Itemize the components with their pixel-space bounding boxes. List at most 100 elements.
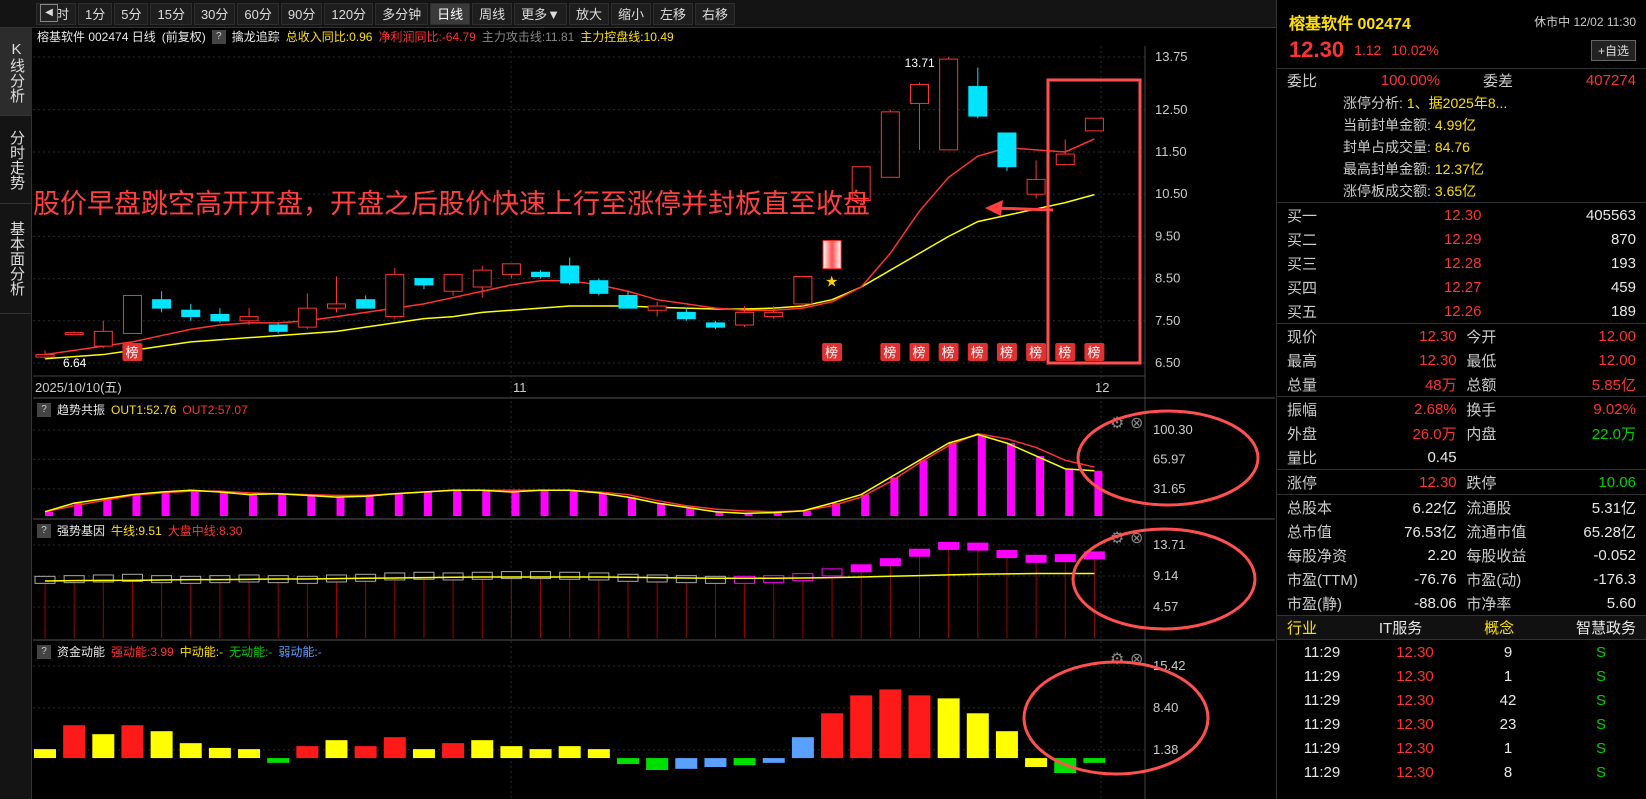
tick-side: S — [1595, 691, 1606, 709]
gene-bar — [471, 571, 493, 580]
quote-cell: 现价 — [1287, 328, 1318, 346]
help-icon[interactable]: ? — [37, 524, 51, 538]
quote-cell: 涨停 — [1287, 474, 1318, 492]
gene-bar — [879, 558, 901, 567]
period-tab[interactable]: 60分 — [237, 2, 279, 25]
bid-row[interactable]: 买五 12.26 189 — [1277, 299, 1646, 323]
bid-row[interactable]: 买二 12.29 870 — [1277, 227, 1646, 251]
quote-cell: 2.68% — [1414, 400, 1457, 418]
period-tab[interactable]: 120分 — [324, 2, 374, 25]
limit-up-analysis[interactable]: 涨停分析: 1、据2025年8... 当前封单金额: 4.99亿 封单占成交量: 84.7… — [1277, 92, 1646, 202]
tick-time: 11:29 — [1303, 691, 1341, 709]
industry-cell[interactable]: 行业 — [1287, 617, 1317, 638]
x-tick-label: 11 — [513, 380, 527, 395]
fund-bar — [587, 749, 610, 759]
fund-bar — [937, 698, 960, 759]
period-tab[interactable]: 15分 — [150, 2, 192, 25]
period-tab[interactable]: 更多▼ — [514, 2, 567, 25]
sidebar-tab[interactable]: K线分析 — [0, 28, 32, 116]
bid-row[interactable]: 买一 12.30 405563 — [1277, 203, 1646, 227]
trend-bar — [890, 477, 899, 516]
period-tab[interactable]: 日线 — [430, 2, 471, 25]
quote-cell: 48万 — [1424, 376, 1457, 394]
bid-row[interactable]: 买四 12.27 459 — [1277, 275, 1646, 299]
bid-label: 买三 — [1287, 255, 1318, 273]
panel1-name[interactable]: 趋势共振 — [57, 401, 105, 419]
quote-row: 每股净资 2.20 每股收益 -0.052 — [1277, 543, 1646, 567]
trend-bar — [598, 492, 607, 516]
gene-bar — [850, 564, 872, 573]
quote-row: 总量 48万 总额 5.85亿 — [1277, 372, 1646, 396]
gene-bar — [1054, 554, 1076, 563]
panel1-header: ? 趋势共振 OUT1:52.76 OUT2:57.07 — [33, 401, 248, 419]
industry-cell[interactable]: 智慧政务 — [1576, 617, 1636, 638]
tick-price: 12.30 — [1396, 643, 1434, 661]
period-tab[interactable]: 缩小 — [611, 2, 652, 25]
y-tick-label: 12.50 — [1155, 102, 1188, 117]
fund-bar — [529, 749, 552, 759]
out1-label: OUT1:52.76 — [111, 403, 177, 417]
period-tab[interactable]: 1分 — [78, 2, 113, 25]
trend-bar — [249, 494, 258, 516]
tick-volume: 1 — [1503, 739, 1513, 757]
sidebar-tab[interactable]: 基本面分析 — [0, 204, 32, 314]
app-window: 分时1分5分15分30分60分90分120分多分钟日线周线更多▼放大缩小左移右移… — [0, 0, 1646, 799]
tick-list: 11:29 12.30 9 S 11:29 12.30 1 S 11:29 12.30 42 S 11:… — [1277, 639, 1646, 784]
quote-cell: 5.31亿 — [1591, 499, 1636, 517]
candle-body — [1055, 153, 1075, 166]
bang-badge-label: 榜 — [125, 345, 138, 360]
gene-bar — [996, 550, 1018, 559]
period-tab[interactable]: 周线 — [472, 2, 513, 25]
gene-bar — [967, 542, 989, 551]
fund-bar — [238, 749, 261, 759]
fundamentals-block: 总股本 6.22亿 流通股 5.31亿 总市值 76.53亿 流通市值 65.28亿 每股净资 2… — [1277, 494, 1646, 615]
help-icon[interactable]: ? — [37, 403, 51, 417]
limit-block: 涨停 12.30 跌停 10.06 — [1277, 469, 1646, 494]
quote-cell: 市盈(动) — [1466, 571, 1522, 589]
bid-price: 12.30 — [1443, 206, 1482, 224]
fund-bar — [121, 725, 144, 759]
trend-bar — [365, 496, 374, 516]
trend-bar — [657, 503, 666, 516]
y-tick-label: 100.30 — [1153, 422, 1193, 437]
panel3-name[interactable]: 资金动能 — [57, 643, 105, 661]
close-icon[interactable]: ⊗ — [1130, 415, 1143, 432]
add-watchlist-button[interactable]: +自选 — [1590, 39, 1636, 61]
annotation-arrow — [992, 206, 1054, 212]
fund-bar — [762, 758, 785, 763]
period-tab[interactable]: 左移 — [653, 2, 694, 25]
period-tab[interactable]: 右移 — [695, 2, 736, 25]
period-tab[interactable]: 30分 — [193, 2, 236, 25]
tick-row: 11:29 12.30 1 S — [1277, 664, 1646, 688]
period-tab[interactable]: 多分钟 — [375, 2, 429, 25]
fund-bar — [1025, 758, 1048, 768]
period-tab[interactable]: 90分 — [280, 2, 323, 25]
fund-bar — [63, 725, 86, 759]
trend-bar — [861, 494, 870, 516]
help-icon[interactable]: ? — [37, 645, 51, 659]
trend-bar — [423, 491, 432, 516]
fund-bar — [791, 737, 814, 759]
gear-icon[interactable]: ⚙ — [1110, 651, 1124, 668]
fund-bar — [267, 758, 290, 763]
fund-bar — [617, 758, 639, 765]
period-tab[interactable]: 放大 — [568, 2, 609, 25]
bid-volume: 870 — [1610, 230, 1636, 248]
industry-row[interactable]: 行业 IT服务 概念 智慧政务 — [1277, 615, 1646, 639]
quote-cell: 76.53亿 — [1404, 523, 1457, 541]
bid-row[interactable]: 买三 12.28 193 — [1277, 251, 1646, 275]
candle-body — [997, 132, 1017, 168]
panel2-name[interactable]: 强势基因 — [57, 522, 105, 540]
industry-cell[interactable]: 概念 — [1484, 617, 1514, 638]
fund-bar — [412, 749, 435, 759]
collapse-button[interactable]: ◀ — [40, 4, 58, 22]
candle-body — [968, 86, 988, 117]
industry-cell[interactable]: IT服务 — [1379, 617, 1422, 638]
period-tab[interactable]: 5分 — [114, 2, 149, 25]
trend-bar — [802, 510, 811, 516]
sidebar-tab[interactable]: 分时走势 — [0, 116, 32, 204]
star-icon: ★ — [825, 274, 838, 291]
quote-cell: -88.06 — [1414, 594, 1457, 612]
quote-cell: 总量 — [1287, 376, 1318, 394]
trend-bar — [1036, 455, 1045, 516]
